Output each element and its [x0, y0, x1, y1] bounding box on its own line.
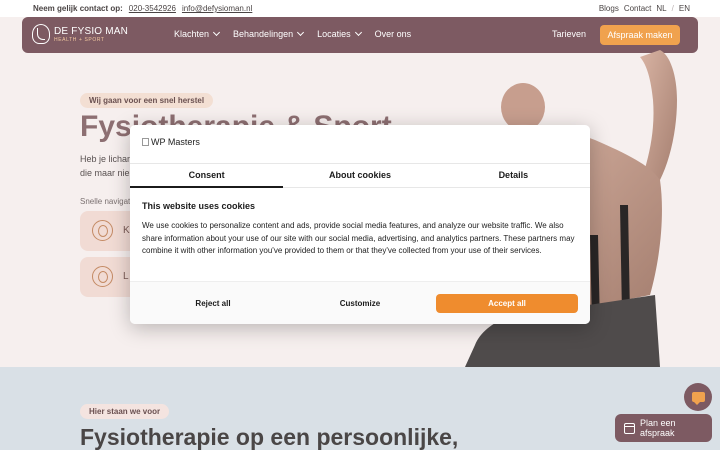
customize-button[interactable]: Customize — [289, 294, 431, 313]
lang-nl-link[interactable]: NL — [656, 4, 666, 13]
cookie-heading: This website uses cookies — [142, 201, 256, 211]
cookie-consent-dialog: WP Masters Consent About cookies Details… — [130, 125, 590, 324]
chat-icon — [691, 392, 705, 405]
afspraak-maken-button[interactable]: Afspraak maken — [600, 25, 680, 45]
chevron-down-icon — [212, 28, 221, 37]
accept-all-button[interactable]: Accept all — [436, 294, 578, 313]
plan-afspraak-button[interactable]: Plan een afspraak — [615, 414, 712, 442]
quick-nav-label: Snelle navigat — [80, 197, 131, 206]
site-logo[interactable]: DE FYSIO MAN HEALTH + SPORT — [32, 24, 128, 44]
reject-all-button[interactable]: Reject all — [142, 294, 284, 313]
menu-item-locaties[interactable]: Locaties — [317, 28, 362, 39]
ear-icon — [92, 266, 113, 287]
top-contact-bar: Neem gelijk contact op: 020-3542926 info… — [0, 0, 720, 17]
calendar-icon — [624, 422, 635, 434]
contact-label: Neem gelijk contact op: — [33, 4, 123, 13]
blogs-link[interactable]: Blogs — [599, 4, 619, 13]
cookie-provider-logo: WP Masters — [142, 137, 200, 147]
tab-details[interactable]: Details — [437, 164, 590, 187]
cookie-tabs: Consent About cookies Details — [130, 163, 590, 188]
logo-name: FYSIO MAN — [68, 25, 129, 37]
ear-icon — [92, 220, 113, 241]
tab-about-cookies[interactable]: About cookies — [283, 164, 436, 187]
menu-label: Klachten — [174, 29, 210, 39]
menu-label: Locaties — [317, 29, 351, 39]
cookie-body-text: We use cookies to personalize content an… — [142, 221, 575, 255]
lang-separator: / — [671, 4, 674, 13]
tarieven-link[interactable]: Tarieven — [552, 29, 586, 39]
menu-label: Behandelingen — [233, 29, 294, 39]
chevron-down-icon — [297, 28, 305, 37]
section-badge: Hier staan we voor — [80, 404, 170, 419]
logo-prefix: DE — [54, 25, 69, 37]
broken-image-icon — [142, 138, 149, 146]
email-link[interactable]: info@defysioman.nl — [182, 4, 252, 13]
quick-nav-card-label: K — [123, 225, 130, 236]
menu-item-over-ons[interactable]: Over ons — [375, 29, 412, 39]
chat-button[interactable] — [684, 383, 712, 411]
tab-consent[interactable]: Consent — [130, 164, 284, 188]
cookie-provider-alt: WP Masters — [151, 137, 200, 147]
contact-link[interactable]: Contact — [624, 4, 652, 13]
phone-link[interactable]: 020-3542926 — [129, 4, 176, 13]
plan-afspraak-label: Plan een afspraak — [639, 418, 676, 438]
menu-item-behandelingen[interactable]: Behandelingen — [233, 28, 305, 39]
cookie-footer: Reject all Customize Accept all — [130, 281, 590, 324]
quick-nav-card-label: L — [123, 271, 129, 282]
chevron-down-icon — [354, 28, 362, 37]
section-title: Fysiotherapie op een persoonlijke, — [80, 424, 459, 450]
menu-label: Over ons — [374, 29, 412, 39]
menu-item-klachten[interactable]: Klachten — [174, 28, 221, 39]
lang-en-link[interactable]: EN — [679, 4, 690, 13]
hero-badge: Wij gaan voor een snel herstel — [80, 93, 214, 108]
logo-icon — [32, 24, 50, 44]
logo-subtitle: HEALTH + SPORT — [54, 36, 105, 43]
